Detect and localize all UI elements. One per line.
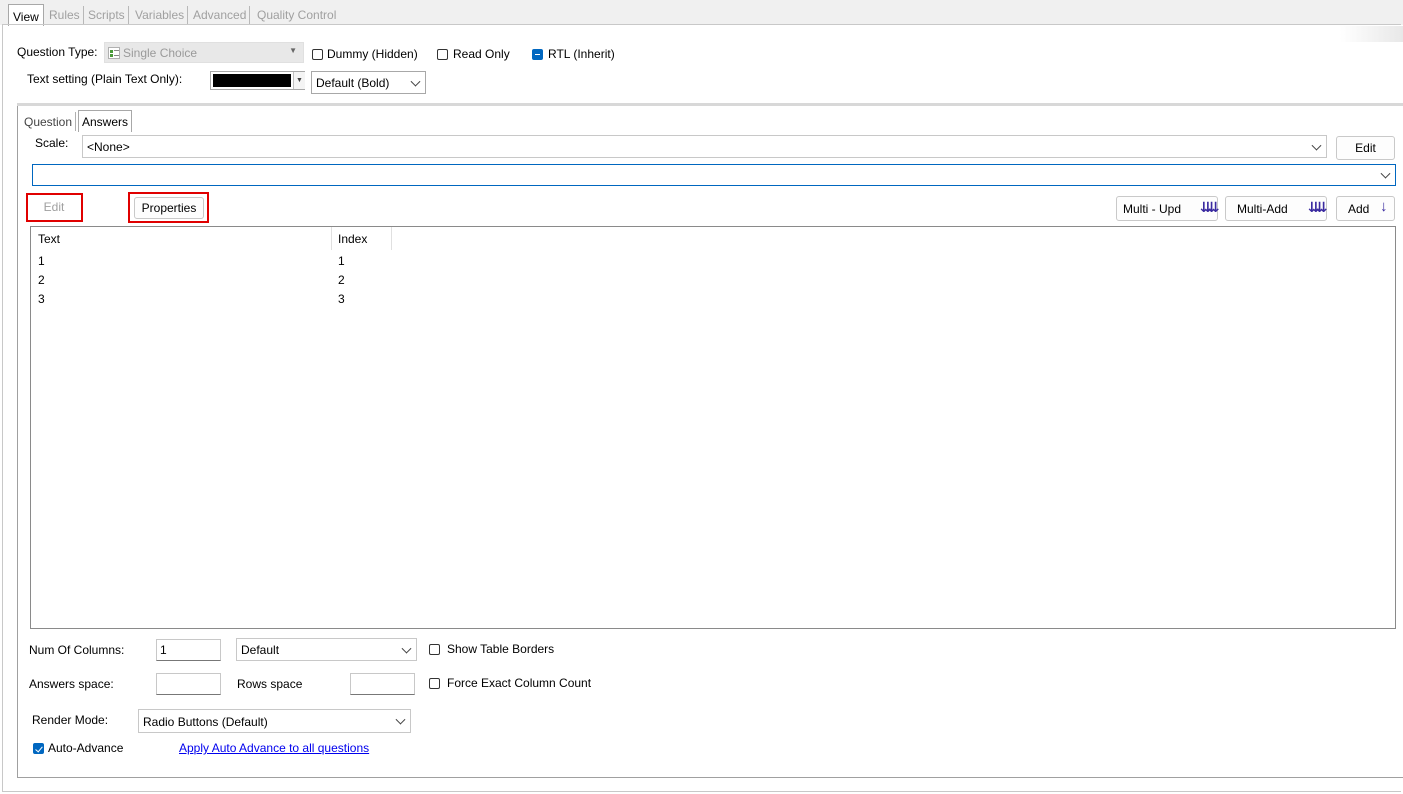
num-columns-label: Num Of Columns: (29, 643, 125, 657)
table-row-index[interactable]: 2 (338, 273, 345, 287)
double-arrow-down-icon: ⇊⇊ (1308, 199, 1328, 215)
chevron-down-icon (1311, 140, 1322, 151)
answers-grid[interactable]: Text Index 1 1 2 2 3 3 (30, 226, 1396, 629)
columns-mode-value: Default (241, 643, 280, 657)
question-type-value: Single Choice (123, 46, 198, 60)
render-mode-label: Render Mode: (32, 713, 109, 727)
scale-value: <None> (87, 140, 130, 154)
chevron-down-icon (401, 643, 412, 654)
answers-space-input[interactable] (156, 673, 221, 695)
num-columns-value: 1 (160, 643, 167, 657)
table-row-text[interactable]: 2 (38, 273, 45, 287)
tab-quality-control[interactable]: Quality Control (254, 6, 339, 24)
columns-mode-select[interactable]: Default (236, 638, 417, 661)
add-label: Add (1348, 202, 1370, 216)
num-columns-input[interactable]: 1 (156, 639, 221, 661)
read-only-checkbox[interactable] (437, 49, 448, 60)
dummy-checkbox[interactable] (312, 49, 323, 60)
tab-rules[interactable]: Rules (46, 6, 84, 24)
auto-advance-label: Auto-Advance (48, 741, 124, 755)
panel-top-bar (17, 103, 1403, 106)
force-exact-column-checkbox[interactable] (429, 678, 440, 689)
dummy-label: Dummy (Hidden) (327, 47, 418, 61)
indeterminate-icon (535, 54, 540, 55)
answer-selector[interactable] (32, 164, 1396, 186)
scale-label: Scale: (35, 136, 69, 150)
force-exact-column-label: Force Exact Column Count (447, 676, 592, 690)
add-button[interactable]: Add ↓ (1336, 196, 1395, 221)
rtl-label: RTL (Inherit) (548, 47, 615, 61)
color-swatch (213, 74, 291, 87)
answers-space-label: Answers space: (29, 677, 114, 691)
multi-add-label: Multi-Add (1237, 202, 1288, 216)
apply-auto-advance-link[interactable]: Apply Auto Advance to all questions (179, 741, 369, 755)
rtl-checkbox[interactable] (532, 49, 543, 60)
text-setting-label: Text setting (Plain Text Only): (27, 72, 183, 86)
tab-advanced[interactable]: Advanced (190, 6, 251, 24)
arrow-down-icon: ↓ (1380, 198, 1388, 215)
edit-button[interactable]: Edit (31, 197, 77, 218)
column-divider (331, 227, 332, 250)
column-header-index[interactable]: Index (338, 232, 367, 246)
scale-select[interactable]: <None> (82, 135, 1327, 158)
chevron-down-icon (1380, 168, 1391, 179)
question-type-select[interactable]: Single Choice ▼ (104, 42, 304, 63)
column-header-text[interactable]: Text (38, 232, 60, 246)
chevron-down-icon (395, 714, 406, 725)
table-row-text[interactable]: 3 (38, 292, 45, 306)
render-mode-select[interactable]: Radio Buttons (Default) (138, 709, 411, 733)
table-row-text[interactable]: 1 (38, 254, 45, 268)
properties-button[interactable]: Properties (134, 197, 204, 219)
multi-upd-label: Multi - Upd (1123, 202, 1182, 216)
text-style-value: Default (Bold) (316, 76, 390, 90)
tab-variables[interactable]: Variables (132, 6, 189, 24)
auto-advance-checkbox[interactable] (33, 743, 44, 754)
text-style-select[interactable]: Default (Bold) (311, 71, 426, 94)
column-divider (391, 227, 392, 250)
tab-answers[interactable]: Answers (78, 110, 133, 132)
render-mode-value: Radio Buttons (Default) (143, 715, 268, 729)
tab-question[interactable]: Question (21, 112, 77, 131)
table-row-index[interactable]: 3 (338, 292, 345, 306)
caret-down-icon: ▼ (293, 72, 305, 89)
double-arrow-down-icon: ⇊⇊ (1200, 199, 1220, 215)
tab-view[interactable]: View (8, 4, 44, 26)
scale-edit-button[interactable]: Edit (1336, 136, 1395, 160)
multi-upd-button[interactable]: Multi - Upd ⇊⇊ (1116, 196, 1220, 221)
table-row-index[interactable]: 1 (338, 254, 345, 268)
show-table-borders-label: Show Table Borders (447, 642, 555, 656)
show-table-borders-checkbox[interactable] (429, 644, 440, 655)
read-only-label: Read Only (453, 47, 510, 61)
color-picker[interactable]: ▼ (210, 71, 305, 90)
single-choice-icon (108, 47, 120, 59)
check-icon (35, 744, 43, 753)
rows-space-input[interactable] (350, 673, 415, 695)
question-type-label: Question Type: (17, 45, 98, 59)
multi-add-button[interactable]: Multi-Add ⇊⇊ (1225, 196, 1328, 221)
chevron-down-icon (410, 76, 421, 87)
corner-shade (1340, 26, 1403, 42)
tab-scripts[interactable]: Scripts (85, 6, 129, 24)
rows-space-label: Rows space (237, 677, 303, 691)
caret-down-icon: ▼ (289, 46, 297, 55)
